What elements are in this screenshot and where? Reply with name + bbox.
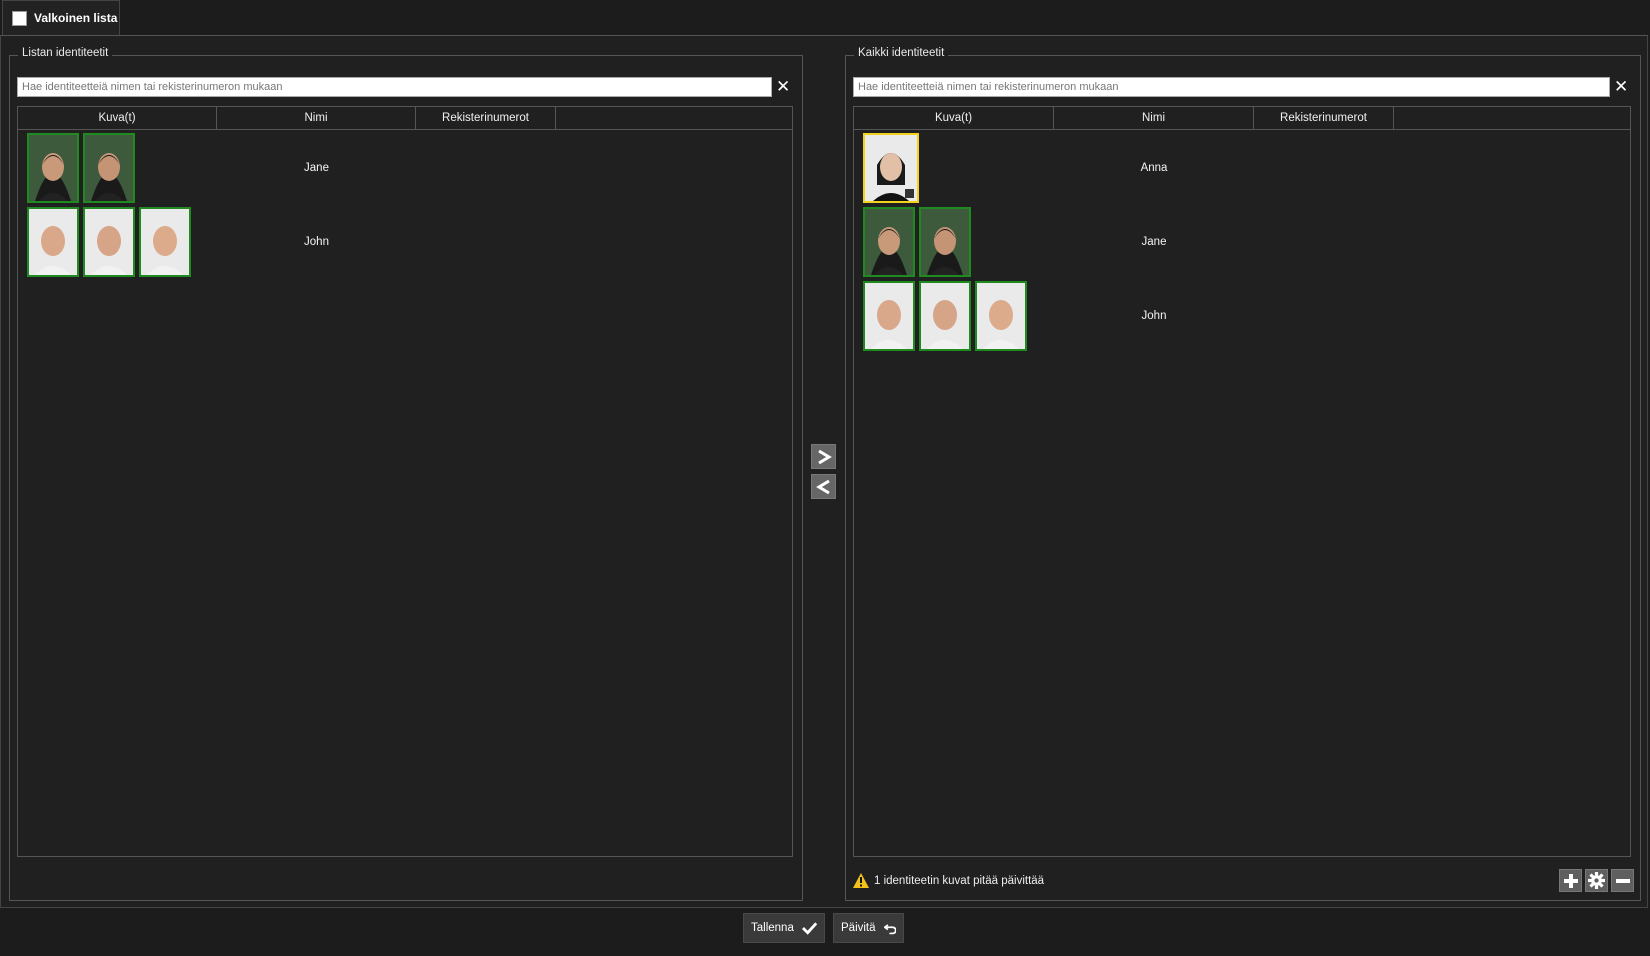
tab-label: Valkoinen lista	[34, 11, 118, 25]
row-name: Anna	[1140, 162, 1168, 174]
plus-icon	[1563, 873, 1578, 888]
refresh-button[interactable]: Päivitä	[833, 913, 904, 943]
column-header-name[interactable]: Nimi	[1054, 107, 1254, 129]
undo-icon	[883, 924, 896, 935]
row-name: Jane	[1141, 236, 1167, 248]
check-icon	[801, 922, 817, 935]
face-photo[interactable]	[27, 133, 79, 203]
tab-whitelist[interactable]: Valkoinen lista	[2, 0, 120, 35]
right-search-input[interactable]	[853, 77, 1610, 97]
face-photo[interactable]	[863, 133, 919, 203]
table-row[interactable]: John	[854, 281, 1630, 351]
face-photo[interactable]	[863, 281, 915, 351]
edit-identity-button[interactable]	[1585, 869, 1608, 892]
table-row[interactable]: Jane	[854, 207, 1630, 277]
row-photos	[27, 207, 191, 277]
row-photos	[863, 281, 1027, 351]
row-name: Jane	[304, 162, 329, 174]
left-panel-title: Listan identiteetit	[18, 47, 113, 59]
row-photos	[863, 207, 971, 277]
face-photo[interactable]	[83, 207, 135, 277]
move-right-button[interactable]	[811, 444, 836, 469]
row-photos	[863, 133, 919, 203]
gear-icon	[1588, 872, 1605, 889]
move-left-button[interactable]	[811, 474, 836, 499]
left-identity-table: Kuva(t) Nimi Rekisterinumerot Jane John	[17, 106, 793, 857]
refresh-label: Päivitä	[841, 922, 876, 934]
remove-identity-button[interactable]	[1611, 869, 1634, 892]
tab-bar: Valkoinen lista	[0, 0, 1650, 35]
status-message: 1 identiteetin kuvat pitää päivittää	[853, 873, 1044, 888]
face-photo[interactable]	[83, 133, 135, 203]
warning-icon	[853, 873, 869, 888]
row-name: John	[304, 236, 329, 248]
table-row[interactable]: John	[18, 207, 792, 277]
save-label: Tallenna	[751, 922, 794, 934]
face-photo[interactable]	[975, 281, 1027, 351]
chevron-left-icon	[815, 479, 830, 494]
face-photo[interactable]	[139, 207, 191, 277]
row-name: John	[1141, 310, 1167, 322]
save-button[interactable]: Tallenna	[743, 913, 825, 943]
table-row[interactable]: Jane	[18, 133, 792, 203]
right-table-header: Kuva(t) Nimi Rekisterinumerot	[854, 107, 1630, 130]
face-photo[interactable]	[919, 281, 971, 351]
right-panel-title: Kaikki identiteetit	[854, 47, 949, 59]
right-identity-table: Kuva(t) Nimi Rekisterinumerot Anna Jane	[853, 106, 1631, 857]
face-photo[interactable]	[863, 207, 915, 277]
left-table-header: Kuva(t) Nimi Rekisterinumerot	[18, 107, 792, 130]
column-header-plates[interactable]: Rekisterinumerot	[1254, 107, 1394, 129]
status-text: 1 identiteetin kuvat pitää päivittää	[874, 874, 1045, 887]
row-photos	[27, 133, 135, 203]
column-header-photos[interactable]: Kuva(t)	[18, 107, 217, 129]
close-icon[interactable]: ✕	[776, 78, 790, 95]
chevron-right-icon	[817, 449, 832, 464]
close-icon[interactable]: ✕	[1614, 78, 1628, 95]
add-identity-button[interactable]	[1559, 869, 1582, 892]
face-photo[interactable]	[27, 207, 79, 277]
column-header-name[interactable]: Nimi	[217, 107, 416, 129]
face-photo[interactable]	[919, 207, 971, 277]
table-row[interactable]: Anna	[854, 133, 1630, 203]
column-header-photos[interactable]: Kuva(t)	[854, 107, 1054, 129]
tab-color-swatch	[12, 10, 27, 26]
minus-icon	[1615, 878, 1630, 883]
column-header-plates[interactable]: Rekisterinumerot	[416, 107, 556, 129]
left-search-input[interactable]	[17, 77, 772, 97]
